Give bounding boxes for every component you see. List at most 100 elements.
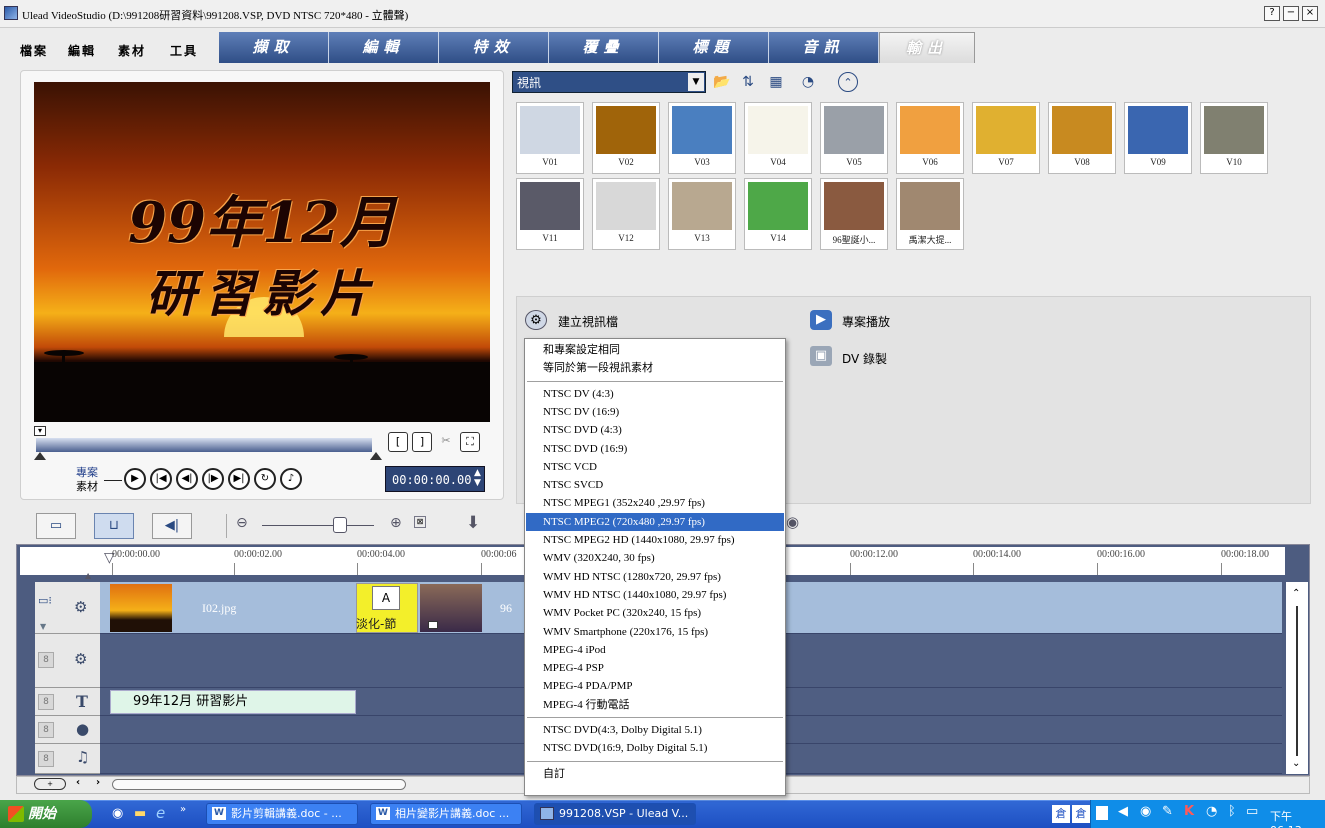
library-category-select[interactable]: 視訊 xyxy=(512,71,706,93)
library-thumbnail[interactable]: V04 xyxy=(744,102,812,174)
format-option[interactable]: WMV HD NTSC (1440x1080, 29.97 fps) xyxy=(526,586,784,604)
format-option[interactable]: MPEG-4 PDA/PMP xyxy=(526,677,784,695)
ie-icon[interactable]: e xyxy=(156,804,165,822)
format-option[interactable]: 等同於第一段視訊素材 xyxy=(526,359,784,377)
format-option[interactable]: 自訂 xyxy=(526,765,784,783)
menu-clip[interactable]: 素材 xyxy=(118,42,146,59)
format-option[interactable]: NTSC DV (16:9) xyxy=(526,403,784,421)
library-thumbnail[interactable]: V03 xyxy=(668,102,736,174)
library-thumbnail[interactable]: V09 xyxy=(1124,102,1192,174)
format-option[interactable]: NTSC DVD (4:3) xyxy=(526,421,784,439)
tab-audio[interactable]: 音訊 xyxy=(769,32,879,63)
library-thumbnail[interactable]: V11 xyxy=(516,178,584,250)
library-thumbnail[interactable]: V02 xyxy=(592,102,660,174)
tab-capture[interactable]: 擷取 xyxy=(219,32,329,63)
minimize-button[interactable]: − xyxy=(1283,6,1299,21)
scroll-down-icon[interactable]: ⌄ xyxy=(1292,758,1300,769)
bluetooth-icon[interactable]: ᛒ xyxy=(1228,804,1236,819)
library-thumbnail[interactable]: 禹潔大提... xyxy=(896,178,964,250)
library-thumbnail[interactable]: V07 xyxy=(972,102,1040,174)
track-options-icon[interactable]: ▭⁝ xyxy=(38,594,52,607)
zoom-slider-track[interactable] xyxy=(262,525,374,526)
sort-icon[interactable]: ⇅ xyxy=(738,72,758,92)
more-icon[interactable]: » xyxy=(180,804,186,815)
format-option[interactable]: NTSC DVD (16:9) xyxy=(526,440,784,458)
clip-name[interactable]: I02.jpg xyxy=(202,601,236,616)
project-playback-option[interactable]: 專案播放 xyxy=(842,313,890,330)
tab-share[interactable]: 輸出 xyxy=(879,32,975,63)
format-option[interactable]: MPEG-4 行動電話 xyxy=(526,696,784,714)
task-item[interactable]: 991208.VSP - Ulead V... xyxy=(534,803,696,825)
mode-clip[interactable]: 素材 xyxy=(76,478,98,494)
scroll-thumb[interactable] xyxy=(1296,606,1298,756)
folder-icon[interactable]: 📂 xyxy=(712,72,732,92)
zoom-in-icon[interactable]: ⊕ xyxy=(390,515,402,531)
format-option[interactable]: NTSC DVD(16:9, Dolby Digital 5.1) xyxy=(526,739,784,757)
fullscreen-icon[interactable]: ⛶ xyxy=(460,432,480,452)
format-option[interactable]: NTSC MPEG2 (720x480 ,29.97 fps) xyxy=(526,512,784,531)
format-option[interactable]: WMV Smartphone (220x176, 15 fps) xyxy=(526,623,784,641)
surround-mixer-icon[interactable]: ◉ xyxy=(786,513,799,531)
tray-icon[interactable]: ▭ xyxy=(1246,804,1258,819)
ime-icon[interactable]: 倉 xyxy=(1072,805,1090,823)
view-icon[interactable]: ▦ xyxy=(766,72,786,92)
folder-icon[interactable]: ▬ xyxy=(134,806,146,821)
format-option[interactable]: NTSC MPEG1 (352x240 ,29.97 fps) xyxy=(526,494,784,512)
tray-icon[interactable]: K xyxy=(1184,804,1194,819)
create-video-option[interactable]: 建立視訊檔 xyxy=(558,313,618,330)
expand-icon[interactable]: ⌃ xyxy=(838,72,858,92)
format-option[interactable]: NTSC MPEG2 HD (1440x1080, 29.97 fps) xyxy=(526,531,784,549)
format-option[interactable]: MPEG-4 PSP xyxy=(526,659,784,677)
lock-icon[interactable]: 8 xyxy=(38,751,54,767)
library-thumbnail[interactable]: V12 xyxy=(592,178,660,250)
timecode-spinner-icon[interactable]: ▲ ▼ xyxy=(474,468,481,488)
play-button[interactable]: ▶ xyxy=(124,468,146,490)
add-track-icon[interactable]: + xyxy=(34,778,66,790)
scroll-right-icon[interactable]: › xyxy=(96,777,100,788)
scroll-left-icon[interactable]: ‹ xyxy=(76,777,80,788)
track-collapse-icon[interactable]: ▼ xyxy=(40,622,46,631)
format-option[interactable]: WMV Pocket PC (320x240, 15 fps) xyxy=(526,604,784,622)
tab-title[interactable]: 標題 xyxy=(659,32,769,63)
chevron-down-icon[interactable]: ▼ xyxy=(688,73,704,91)
library-thumbnail[interactable]: V08 xyxy=(1048,102,1116,174)
audio-view-icon[interactable]: ◀| xyxy=(152,513,192,539)
insert-media-icon[interactable]: ⬇ xyxy=(466,513,480,533)
format-option[interactable]: NTSC DV (4:3) xyxy=(526,385,784,403)
prev-frame-button[interactable]: ◀| xyxy=(176,468,198,490)
volume-icon[interactable]: ♪ xyxy=(280,468,302,490)
library-thumbnail[interactable]: V10 xyxy=(1200,102,1268,174)
help-button[interactable]: ? xyxy=(1264,6,1280,21)
clip-name[interactable]: 96 xyxy=(500,601,512,616)
task-item[interactable]: 影片剪輯講義.doc - ... xyxy=(206,803,358,825)
storyboard-view-icon[interactable]: ▭ xyxy=(36,513,76,539)
playback-icon[interactable]: ▶ xyxy=(810,310,832,330)
zoom-slider-thumb[interactable] xyxy=(333,517,347,533)
tray-icon[interactable]: ◀ xyxy=(1118,804,1128,819)
tray-icon[interactable] xyxy=(1096,806,1108,820)
tray-icon[interactable]: ◔ xyxy=(1206,804,1217,819)
format-option[interactable]: NTSC VCD xyxy=(526,458,784,476)
dv-record-option[interactable]: DV 錄製 xyxy=(842,350,887,367)
timecode-field[interactable]: 00:00:00.00 xyxy=(385,466,485,492)
trim-start-handle[interactable]: ▾ xyxy=(34,426,46,436)
task-item[interactable]: 相片變影片講義.doc ... xyxy=(370,803,522,825)
film-reel-icon[interactable]: ⚙ xyxy=(525,310,547,330)
menu-tools[interactable]: 工具 xyxy=(170,42,198,59)
end-button[interactable]: ▶| xyxy=(228,468,250,490)
clip-thumbnail[interactable] xyxy=(110,584,172,632)
scissors-icon[interactable]: ✂ xyxy=(436,432,456,452)
format-option[interactable]: 和專案設定相同 xyxy=(526,341,784,359)
close-button[interactable]: × xyxy=(1302,6,1318,21)
scroll-up-icon[interactable]: ▲ xyxy=(85,571,91,580)
format-option[interactable]: MPEG-4 iPod xyxy=(526,641,784,659)
repeat-icon[interactable]: ↻ xyxy=(254,468,276,490)
library-thumbnail[interactable]: V01 xyxy=(516,102,584,174)
tray-icon[interactable]: ✎ xyxy=(1162,804,1173,819)
horizontal-scroll-thumb[interactable] xyxy=(112,779,406,790)
mark-in-button[interactable]: [ xyxy=(388,432,408,452)
zoom-out-icon[interactable]: ⊖ xyxy=(236,515,248,531)
camcorder-icon[interactable]: ▣ xyxy=(810,346,832,366)
scrub-bar[interactable] xyxy=(36,438,372,452)
format-option[interactable]: NTSC SVCD xyxy=(526,476,784,494)
